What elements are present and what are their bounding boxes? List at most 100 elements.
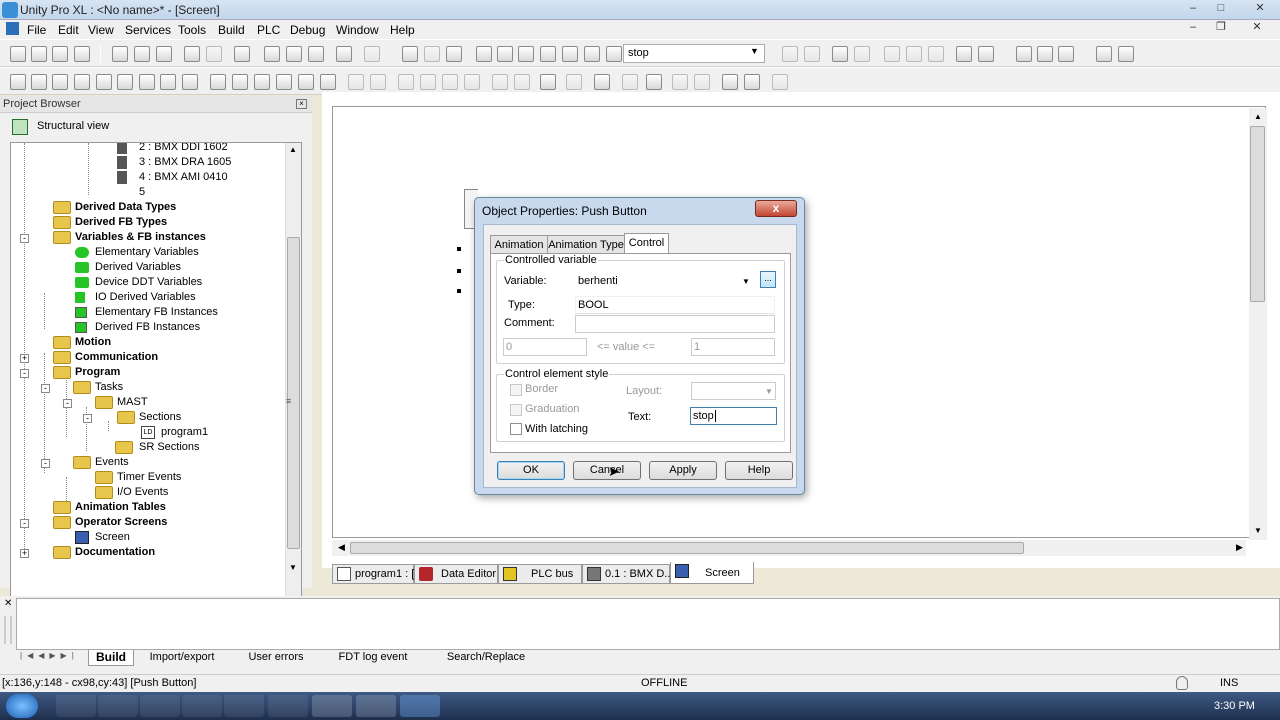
chevron-down-icon[interactable]: ▼ <box>765 384 773 400</box>
collapse-icon[interactable]: - <box>20 369 29 378</box>
ellipse-icon[interactable] <box>74 74 90 90</box>
splitter-grip-icon[interactable]: ≡ <box>286 396 291 406</box>
collapse-icon[interactable]: - <box>20 234 29 243</box>
collapse-icon[interactable]: - <box>20 519 29 528</box>
selection-handle[interactable] <box>457 247 461 251</box>
apply-button[interactable]: Apply <box>649 461 717 480</box>
tile-v-icon[interactable] <box>1058 46 1074 62</box>
expand-icon[interactable]: + <box>20 354 29 363</box>
animation-icon[interactable] <box>956 46 972 62</box>
maximize-button[interactable]: □ <box>1208 1 1234 17</box>
open-icon[interactable] <box>31 46 47 62</box>
collapse-icon[interactable]: - <box>41 459 50 468</box>
push-button-icon[interactable] <box>232 74 248 90</box>
validate-icon[interactable] <box>234 46 250 62</box>
flip-v-icon[interactable] <box>370 74 386 90</box>
scroll-left-icon[interactable]: ◀ <box>338 542 345 553</box>
back-icon[interactable] <box>566 74 582 90</box>
menu-edit[interactable]: Edit <box>58 23 79 37</box>
collapse-icon[interactable]: - <box>83 414 92 423</box>
output-tab-import-export[interactable]: Import/export <box>140 650 224 666</box>
doc-tab-program1[interactable]: program1 : [... <box>332 564 423 584</box>
polygon-icon[interactable] <box>117 74 133 90</box>
align-center-icon[interactable] <box>420 74 436 90</box>
selection-handle[interactable] <box>457 289 461 293</box>
image-icon[interactable] <box>160 74 176 90</box>
browse-variable-button[interactable]: ... <box>760 271 776 288</box>
connect-icon[interactable] <box>782 46 798 62</box>
doc-tab-module[interactable]: 0.1 : BMX D... <box>582 564 673 584</box>
ie-taskbar-icon[interactable] <box>56 695 96 717</box>
menu-help[interactable]: Help <box>390 23 415 37</box>
close-pane-icon[interactable]: × <box>296 99 307 109</box>
stop-icon[interactable] <box>906 46 922 62</box>
scroll-right-icon[interactable]: ▶ <box>1236 542 1243 553</box>
dialog-close-button[interactable]: x <box>755 200 797 217</box>
latching-checkbox[interactable] <box>510 423 522 435</box>
tab-animation[interactable]: Animation <box>490 235 548 254</box>
output-text-area[interactable] <box>16 598 1280 650</box>
close-output-icon[interactable]: ✕ <box>4 598 12 609</box>
ungroup-icon[interactable] <box>514 74 530 90</box>
scroll-down-icon[interactable]: ▼ <box>1254 526 1262 535</box>
tree-scroll-thumb[interactable] <box>287 237 300 549</box>
explorer-taskbar-icon[interactable] <box>224 695 264 717</box>
init-icon[interactable] <box>928 46 944 62</box>
replace-icon[interactable] <box>286 46 302 62</box>
collapse-icon[interactable]: - <box>63 399 72 408</box>
menu-plc[interactable]: PLC <box>257 23 280 37</box>
menu-build[interactable]: Build <box>218 23 245 37</box>
transfer-icon[interactable] <box>804 46 820 62</box>
snap-icon[interactable] <box>646 74 662 90</box>
binocular-icon[interactable] <box>584 46 600 62</box>
output-tab-build[interactable]: Build <box>88 650 134 666</box>
zoom-icon[interactable] <box>308 46 324 62</box>
chrome-taskbar-icon[interactable] <box>140 695 180 717</box>
print-icon[interactable] <box>74 46 90 62</box>
align-right-icon[interactable] <box>442 74 458 90</box>
output-grip-icon[interactable] <box>4 616 12 644</box>
scroll-up-icon[interactable]: ▲ <box>1254 112 1262 121</box>
spacing-v-icon[interactable] <box>694 74 710 90</box>
tool-taskbar-icon[interactable] <box>356 695 396 717</box>
structural-view-selector[interactable]: Structural view <box>10 116 300 138</box>
rebuild-icon[interactable] <box>424 46 440 62</box>
cascade-icon[interactable] <box>1016 46 1032 62</box>
menu-window[interactable]: Window <box>336 23 379 37</box>
doc-close-button[interactable]: ✕ <box>1244 20 1270 36</box>
text-input[interactable]: stop <box>690 407 777 425</box>
menu-services[interactable]: Services <box>125 23 171 37</box>
editor-vscroll-thumb[interactable] <box>1250 126 1265 302</box>
context-help-icon[interactable] <box>1118 46 1134 62</box>
rack-icon[interactable] <box>832 46 848 62</box>
screen-icon[interactable] <box>336 46 352 62</box>
plc-sim-icon[interactable] <box>854 46 870 62</box>
menu-view[interactable]: View <box>88 23 114 37</box>
editor-hscroll-thumb[interactable] <box>350 542 1024 554</box>
search-combo[interactable]: stop ▼ <box>623 44 765 63</box>
run-icon[interactable] <box>884 46 900 62</box>
expand-icon[interactable]: + <box>20 549 29 558</box>
spin-icon[interactable] <box>276 74 292 90</box>
align-top-icon[interactable] <box>464 74 480 90</box>
new-icon[interactable] <box>10 46 26 62</box>
slider-icon[interactable] <box>298 74 314 90</box>
minimize-button[interactable]: – <box>1180 1 1206 17</box>
help-button[interactable]: Help <box>725 461 793 480</box>
checkbox-tool-icon[interactable] <box>254 74 270 90</box>
paste-icon[interactable] <box>156 46 172 62</box>
layout-combo[interactable]: ▼ <box>691 382 776 400</box>
front-icon[interactable] <box>540 74 556 90</box>
max-value-field[interactable]: 1 <box>691 338 775 356</box>
doc-minimize-button[interactable]: – <box>1180 20 1206 36</box>
menu-debug[interactable]: Debug <box>290 23 325 37</box>
build-icon[interactable] <box>402 46 418 62</box>
redo-icon[interactable] <box>206 46 222 62</box>
text-icon[interactable] <box>139 74 155 90</box>
tab-animation-type[interactable]: Animation Type <box>547 235 625 254</box>
doc-tab-data-editor[interactable]: Data Editor <box>414 564 498 584</box>
group-icon[interactable] <box>492 74 508 90</box>
table-icon[interactable] <box>722 74 738 90</box>
save-icon[interactable] <box>52 46 68 62</box>
ok-button[interactable]: OK <box>497 461 565 480</box>
